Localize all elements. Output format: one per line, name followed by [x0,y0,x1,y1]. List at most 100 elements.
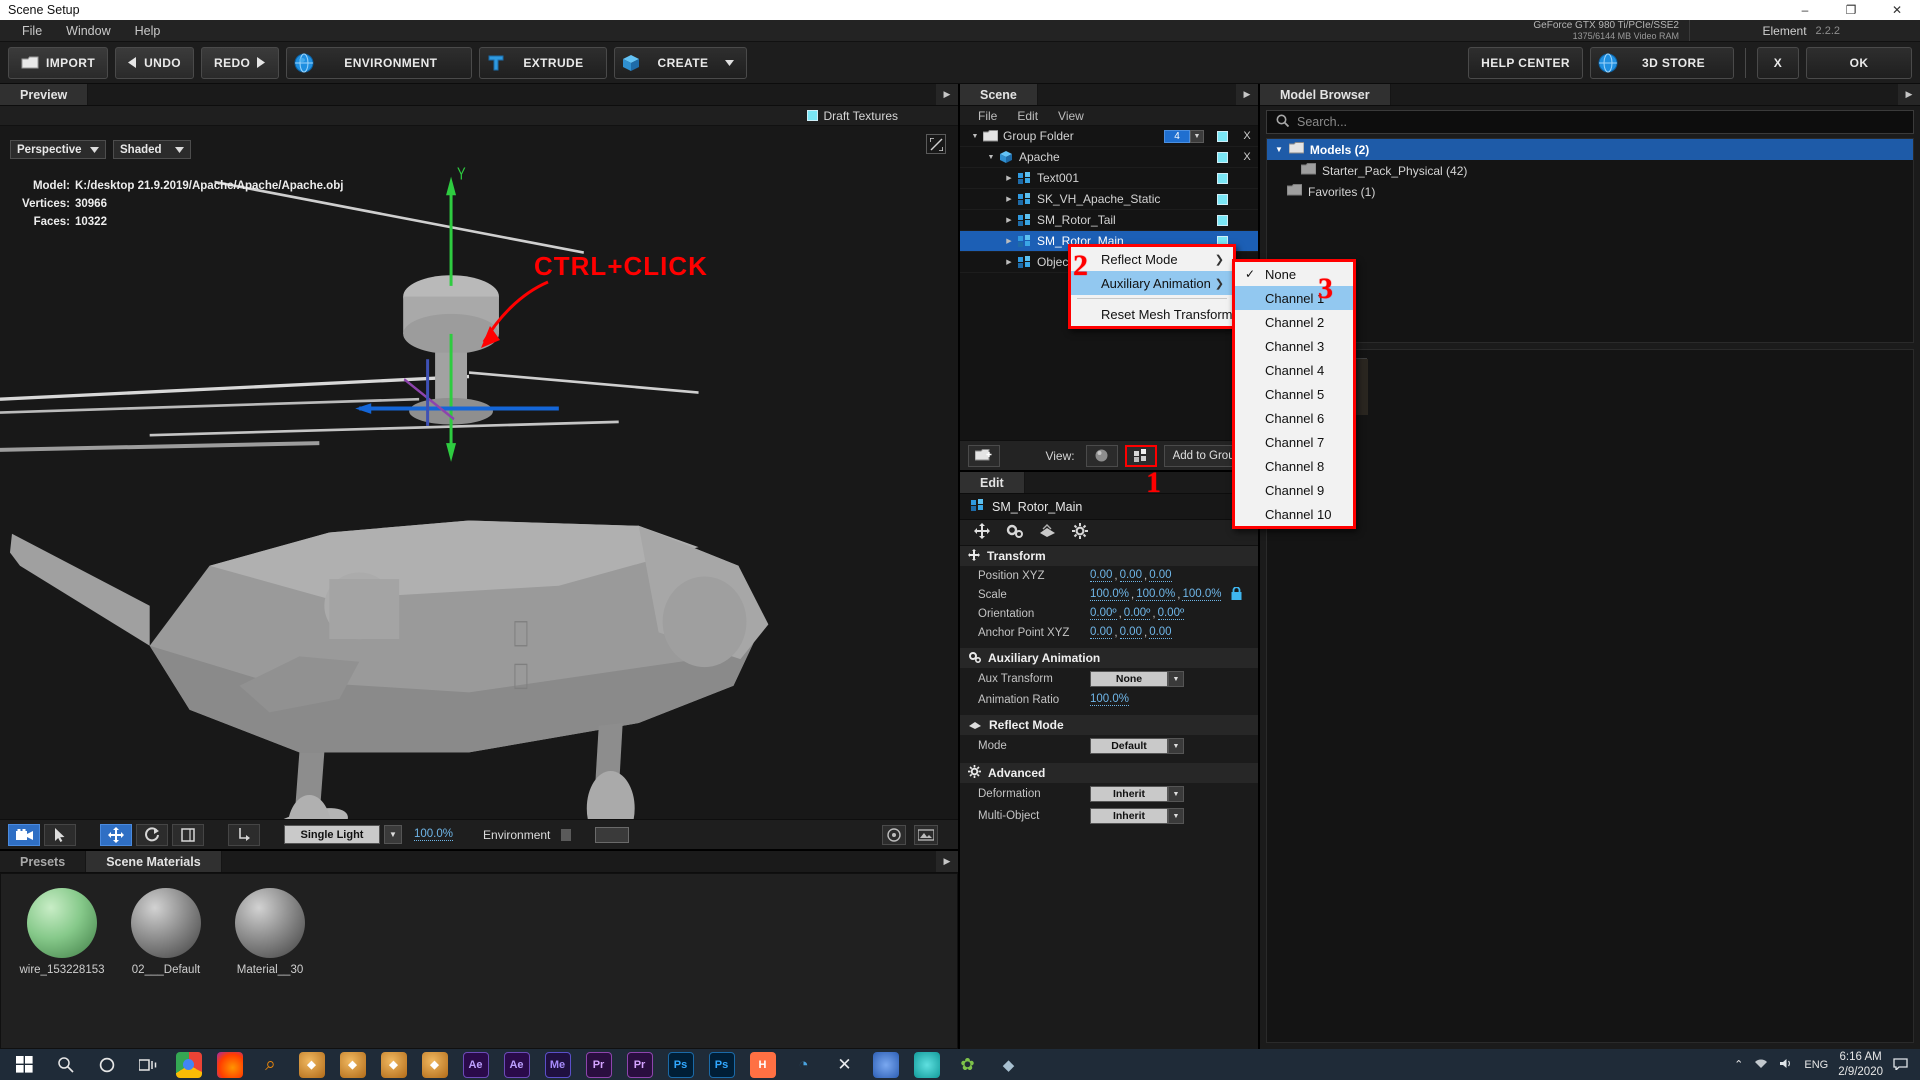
taskbar-app-media-encoder[interactable]: Me [537,1049,578,1080]
channel-item-2[interactable]: Channel 2 [1235,310,1353,334]
environment-toggle[interactable] [561,828,572,841]
chevron-down-icon[interactable]: ▼ [1168,808,1184,824]
import-button[interactable]: IMPORT [8,46,109,79]
channel-item-5[interactable]: Channel 5 [1235,382,1353,406]
scene-tree-row-sm-rotor-tail[interactable]: ▶ SM_Rotor_Tail [960,210,1258,231]
delete-row-button[interactable]: X [1236,151,1258,163]
material-item[interactable]: Material__30 [227,888,313,1034]
taskbar-search-icon[interactable] [45,1049,86,1080]
scene-panel-menu-icon[interactable]: ▶ [1236,84,1258,105]
model-browser-panel-menu-icon[interactable]: ▶ [1898,84,1920,105]
ok-button[interactable]: OK [1806,46,1912,79]
create-button[interactable]: CREATE [613,46,748,79]
tray-language[interactable]: ENG [1804,1059,1828,1071]
taskbar-app-green[interactable]: ✿ [947,1049,988,1080]
channel-item-6[interactable]: Channel 6 [1235,406,1353,430]
tray-volume-icon[interactable] [1779,1057,1794,1073]
scale-z-value[interactable]: 100.0% [1182,588,1222,601]
chevron-down-icon[interactable]: ▼ [1168,671,1184,687]
presets-panel-menu-icon[interactable]: ▶ [936,851,958,872]
channel-submenu[interactable]: ✓ None Channel 1 Channel 2 Channel 3 Cha… [1232,259,1356,529]
material-sphere[interactable] [131,888,201,958]
delete-row-button[interactable]: X [1236,130,1258,142]
shade-mode-select[interactable]: Shaded [113,140,191,159]
reflect-mode-select[interactable]: Default [1090,738,1168,754]
scale-tool-button[interactable] [172,823,204,846]
taskbar-app-element3d-4[interactable]: ◆ [414,1049,455,1080]
taskbar-app-xsplit[interactable]: ✕ [824,1049,865,1080]
scale-x-value[interactable]: 100.0% [1090,588,1130,601]
tab-presets[interactable]: Presets [0,851,87,872]
menu-window[interactable]: Window [54,22,122,40]
tray-wifi-icon[interactable] [1753,1057,1769,1073]
channel-item-9[interactable]: Channel 9 [1235,478,1353,502]
scene-menu-file[interactable]: File [970,109,1005,123]
twisty-icon[interactable]: ▶ [1002,216,1016,224]
advanced-tab-icon[interactable] [1072,523,1088,542]
tab-edit[interactable]: Edit [960,472,1025,493]
menu-help[interactable]: Help [123,22,173,40]
orientation-x-value[interactable]: 0.00º [1090,607,1117,620]
tab-scene[interactable]: Scene [960,84,1038,105]
model-browser-tree[interactable]: ▼ Models (2) Starter_Pack_Physical (42) … [1266,138,1914,343]
anchor-x-value[interactable]: 0.00 [1090,626,1113,639]
taskbar-app-premiere-2[interactable]: Pr [619,1049,660,1080]
taskbar-clock[interactable]: 6:16 AM 2/9/2020 [1838,1050,1883,1079]
model-browser-row-favorites[interactable]: Favorites (1) [1267,181,1913,202]
axis-tool-button[interactable] [228,823,260,846]
deformation-select[interactable]: Inherit [1090,786,1168,802]
material-item[interactable]: 02___Default [123,888,209,1034]
reflect-mode-tab-icon[interactable] [1039,523,1056,542]
visibility-toggle[interactable] [1208,130,1236,142]
lock-icon[interactable] [1231,585,1242,603]
context-menu[interactable]: Reflect Mode ❯ Auxiliary Animation ❯ Res… [1068,244,1236,329]
tab-model-browser[interactable]: Model Browser [1260,84,1391,105]
taskbar-app-element3d-2[interactable]: ◆ [332,1049,373,1080]
snapshot-button[interactable] [914,824,938,845]
visibility-toggle[interactable] [1208,172,1236,184]
taskbar-app-teal[interactable] [906,1049,947,1080]
transform-tab-icon[interactable] [974,523,990,542]
taskbar-app-firefox[interactable] [209,1049,250,1080]
camera-tool-button[interactable] [8,823,40,846]
scale-y-value[interactable]: 100.0% [1136,588,1176,601]
context-menu-item-reflect-mode[interactable]: Reflect Mode ❯ [1071,247,1233,271]
position-z-value[interactable]: 0.00 [1149,569,1172,582]
material-sphere[interactable] [235,888,305,958]
context-menu-item-auxiliary-animation[interactable]: Auxiliary Animation ❯ [1071,271,1233,295]
help-center-button[interactable]: HELP CENTER [1468,46,1583,79]
taskbar-app-generic[interactable]: ◆ [988,1049,1029,1080]
taskbar-app-element3d-1[interactable]: ◆ [291,1049,332,1080]
twisty-icon[interactable]: ▼ [984,154,998,161]
twisty-icon[interactable]: ▼ [968,133,982,140]
taskbar-app-opera[interactable] [865,1049,906,1080]
light-intensity-value[interactable]: 100.0% [414,828,454,841]
section-transform[interactable]: Transform [960,546,1258,566]
environment-button[interactable]: ENVIRONMENT [286,46,473,79]
channel-item-4[interactable]: Channel 4 [1235,358,1353,382]
camera-mode-select[interactable]: Perspective [10,140,106,159]
position-x-value[interactable]: 0.00 [1090,569,1113,582]
orientation-y-value[interactable]: 0.00º [1123,607,1151,620]
menu-file[interactable]: File [10,22,54,40]
cortana-icon[interactable] [86,1049,127,1080]
scene-tree-row-sk-vh-apache-static[interactable]: ▶ SK_VH_Apache_Static [960,189,1258,210]
taskbar-app-after-effects-1[interactable]: Ae [455,1049,496,1080]
taskbar-app-chrome[interactable] [168,1049,209,1080]
model-browser-row-models[interactable]: ▼ Models (2) [1267,139,1913,160]
model-thumbnail-grid[interactable]: Grave [1266,349,1914,1043]
start-button[interactable] [4,1049,45,1080]
section-reflect-mode[interactable]: Reflect Mode [960,715,1258,735]
section-advanced[interactable]: Advanced [960,763,1258,783]
material-item[interactable]: wire_153228153 [19,888,105,1034]
anchor-y-value[interactable]: 0.00 [1119,626,1142,639]
taskbar-app-houdini[interactable]: H [742,1049,783,1080]
context-menu-item-reset-mesh-transform[interactable]: Reset Mesh Transform [1071,302,1233,326]
chevron-down-icon[interactable]: ▼ [1168,786,1184,802]
twisty-icon[interactable]: ▶ [1002,237,1016,245]
scene-menu-view[interactable]: View [1050,109,1092,123]
action-center-icon[interactable] [1893,1056,1908,1073]
redo-button[interactable]: REDO [201,46,280,79]
group-count-badge[interactable]: 4 ▼ [1164,129,1204,143]
task-view-icon[interactable] [127,1049,168,1080]
